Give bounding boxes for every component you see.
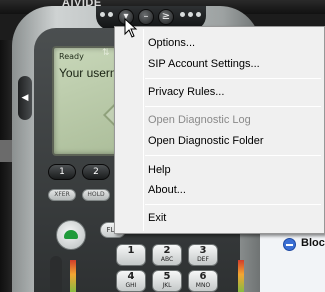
key-5[interactable]: 5 JKL (152, 270, 182, 292)
key-3[interactable]: 3 DEF (188, 244, 218, 266)
call-button[interactable] (56, 220, 86, 250)
key-6[interactable]: 6 MNO (188, 270, 218, 292)
menu-item-open-diagnostic-folder[interactable]: Open Diagnostic Folder (148, 131, 322, 151)
context-menu: Options... SIP Account Settings... Priva… (114, 26, 325, 234)
dial-keypad: 1 2 ABC 3 DEF 4 GHI 5 JKL 6 MNO (116, 244, 226, 292)
menu-item-sip-account-settings[interactable]: SIP Account Settings... (148, 54, 322, 74)
transfer-button[interactable]: XFER (48, 189, 76, 201)
minimize-button[interactable]: – (138, 9, 154, 25)
block-icon[interactable] (283, 238, 296, 251)
indicator-dot (108, 12, 113, 17)
line-1-button[interactable]: 1 (48, 164, 76, 180)
key-1[interactable]: 1 (116, 244, 146, 266)
menu-separator (145, 106, 321, 107)
indicator-dot (180, 12, 185, 17)
volume-meter-right (238, 260, 244, 292)
volume-meter (70, 260, 76, 292)
key-4[interactable]: 4 GHI (116, 270, 146, 292)
microphone-icon[interactable] (50, 256, 62, 292)
menu-item-exit[interactable]: Exit (148, 208, 322, 228)
menu-item-about[interactable]: About... (148, 180, 322, 200)
transfer-arrows-icon: ⇅ (102, 48, 110, 58)
line-2-button[interactable]: 2 (82, 164, 110, 180)
side-expand-tab[interactable]: ◀ (18, 76, 32, 120)
menu-item-help[interactable]: Help (148, 160, 322, 180)
menu-separator (145, 155, 321, 156)
expand-button[interactable]: ≥ (158, 9, 174, 25)
menu-gutter (115, 27, 143, 233)
menu-separator (145, 78, 321, 79)
hold-button[interactable]: HOLD (82, 189, 110, 201)
menu-item-open-diagnostic-log: Open Diagnostic Log (148, 114, 251, 126)
menu-item-options[interactable]: Options... (148, 33, 322, 53)
menu-separator (145, 204, 321, 205)
mouse-cursor-icon (124, 18, 138, 38)
key-2[interactable]: 2 ABC (152, 244, 182, 266)
menu-item-privacy-rules[interactable]: Privacy Rules... (148, 82, 322, 102)
status-text: Ready (59, 52, 84, 61)
indicator-dot (196, 12, 201, 17)
indicator-dot (188, 12, 193, 17)
block-label[interactable]: Bloc (301, 237, 325, 249)
indicator-dot (100, 12, 105, 17)
menu-divider (143, 29, 144, 231)
